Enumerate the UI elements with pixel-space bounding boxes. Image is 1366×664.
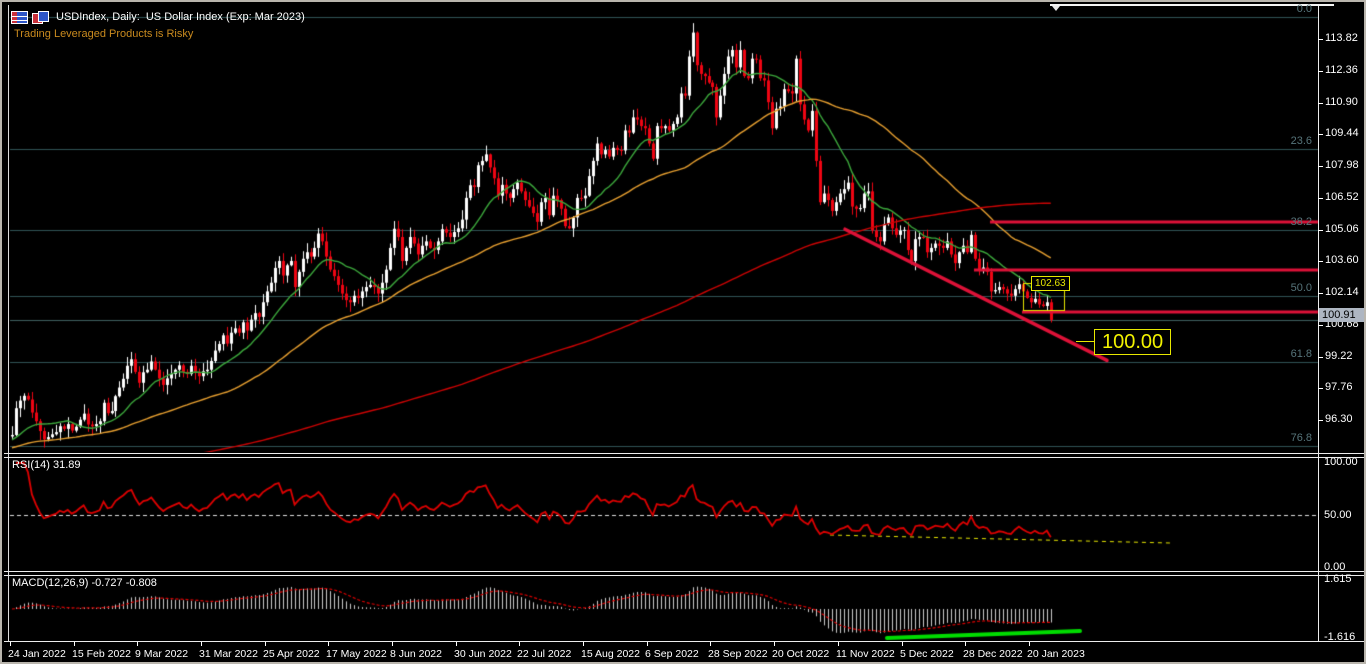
current-price-badge: 100.91 <box>1319 308 1366 322</box>
time-axis-tick <box>710 642 711 646</box>
price-axis-tick <box>1318 166 1323 167</box>
time-axis-label: 15 Aug 2022 <box>581 648 640 660</box>
price-axis-label: 105.06 <box>1325 223 1359 235</box>
time-axis-label: 28 Dec 2022 <box>963 648 1023 660</box>
chart-window: USDIndex, Daily: US Dollar Index (Exp: M… <box>0 0 1366 664</box>
rsi-scale-label: 100.00 <box>1324 456 1358 468</box>
time-axis-label: 5 Dec 2022 <box>900 648 954 660</box>
bar-chart-icon[interactable] <box>32 11 49 24</box>
price-axis-tick <box>1318 71 1323 72</box>
panel-separator[interactable] <box>4 575 1364 576</box>
time-axis-label: 24 Jan 2022 <box>8 648 66 660</box>
panel-separator[interactable] <box>4 453 1364 454</box>
macd-scale-label: 1.615 <box>1324 573 1352 585</box>
price-axis-label: 99.22 <box>1325 350 1353 362</box>
time-axis-tick <box>74 642 75 646</box>
price-axis-label: 97.76 <box>1325 381 1353 393</box>
chart-title: USDIndex, Daily: US Dollar Index (Exp: M… <box>56 11 305 23</box>
price-axis-tick <box>1318 261 1323 262</box>
time-axis-tick <box>774 642 775 646</box>
fib-level-label: 50.0 <box>1291 282 1312 294</box>
time-axis-label: 20 Jan 2023 <box>1027 648 1085 660</box>
price-axis-label: 109.44 <box>1325 127 1359 139</box>
chart-shift-marker-icon[interactable] <box>1052 6 1060 11</box>
time-axis-tick <box>965 642 966 646</box>
price-axis-tick <box>1318 198 1323 199</box>
panel-separator[interactable] <box>4 457 1364 458</box>
price-axis-tick <box>1318 420 1323 421</box>
time-axis-tick <box>201 642 202 646</box>
price-axis-label: 113.82 <box>1325 32 1358 44</box>
time-axis-label: 9 Mar 2022 <box>135 648 188 660</box>
time-axis-label: 8 Jun 2022 <box>390 648 442 660</box>
time-axis-label: 25 Apr 2022 <box>263 648 320 660</box>
time-axis-tick <box>456 642 457 646</box>
fib-level-label: 0.0 <box>1297 3 1312 15</box>
time-axis-label: 11 Nov 2022 <box>836 648 895 660</box>
macd-scale-label: -1.616 <box>1324 631 1355 643</box>
price-axis-tick <box>1318 357 1323 358</box>
time-axis-tick <box>583 642 584 646</box>
time-axis-label: 30 Jun 2022 <box>454 648 512 660</box>
chart-shift-line <box>1050 4 1334 6</box>
price-axis-label: 106.52 <box>1325 191 1359 203</box>
price-axis-label: 102.14 <box>1325 286 1359 298</box>
time-axis-tick <box>838 642 839 646</box>
fib-level-label: 76.8 <box>1291 432 1312 444</box>
time-axis-label: 20 Oct 2022 <box>772 648 829 660</box>
time-axis-label: 17 May 2022 <box>326 648 387 660</box>
price-axis-tick <box>1318 230 1323 231</box>
fib-level-label: 38.2 <box>1291 216 1312 228</box>
rsi-scale-label: 0.00 <box>1324 561 1345 573</box>
time-axis-tick <box>392 642 393 646</box>
time-axis-label: 15 Feb 2022 <box>72 648 131 660</box>
target-price-label[interactable]: 100.00 <box>1094 329 1171 355</box>
time-axis-tick <box>647 642 648 646</box>
price-axis-tick <box>1318 293 1323 294</box>
price-axis-label: 103.60 <box>1325 254 1359 266</box>
price-axis-tick <box>1318 388 1323 389</box>
time-axis-label: 22 Jul 2022 <box>517 648 571 660</box>
time-axis-label: 28 Sep 2022 <box>708 648 768 660</box>
panel-separator[interactable] <box>4 571 1364 572</box>
time-axis-tick <box>10 642 11 646</box>
price-axis-label: 107.98 <box>1325 159 1359 171</box>
time-axis-tick <box>1029 642 1030 646</box>
time-axis-tick <box>328 642 329 646</box>
time-axis-label: 31 Mar 2022 <box>199 648 258 660</box>
rsi-scale-label: 50.00 <box>1324 509 1352 521</box>
time-axis-tick <box>519 642 520 646</box>
price-axis-tick <box>1318 325 1323 326</box>
price-axis-label: 110.90 <box>1325 96 1358 108</box>
time-axis-tick <box>902 642 903 646</box>
rsi-indicator-label: RSI(14) 31.89 <box>12 459 80 471</box>
price-axis-tick <box>1318 134 1323 135</box>
price-axis-border <box>1318 5 1319 642</box>
time-axis-tick <box>137 642 138 646</box>
fib-level-label: 23.6 <box>1291 135 1312 147</box>
quotes-grid-icon[interactable] <box>11 11 28 24</box>
time-axis-label: 6 Sep 2022 <box>645 648 699 660</box>
left-plot-border <box>8 5 9 642</box>
risk-warning: Trading Leveraged Products is Risky <box>14 28 193 40</box>
price-tag-annotation[interactable]: 102.63 <box>1031 276 1070 291</box>
time-axis-tick <box>265 642 266 646</box>
price-axis-label: 96.30 <box>1325 413 1353 425</box>
price-axis-tick <box>1318 103 1323 104</box>
time-axis-separator <box>4 641 1364 642</box>
target-callout-line <box>1076 341 1094 342</box>
fib-level-label: 61.8 <box>1291 348 1312 360</box>
price-axis-label: 112.36 <box>1325 64 1358 76</box>
macd-indicator-label: MACD(12,26,9) -0.727 -0.808 <box>12 577 157 589</box>
price-axis-tick <box>1318 39 1323 40</box>
